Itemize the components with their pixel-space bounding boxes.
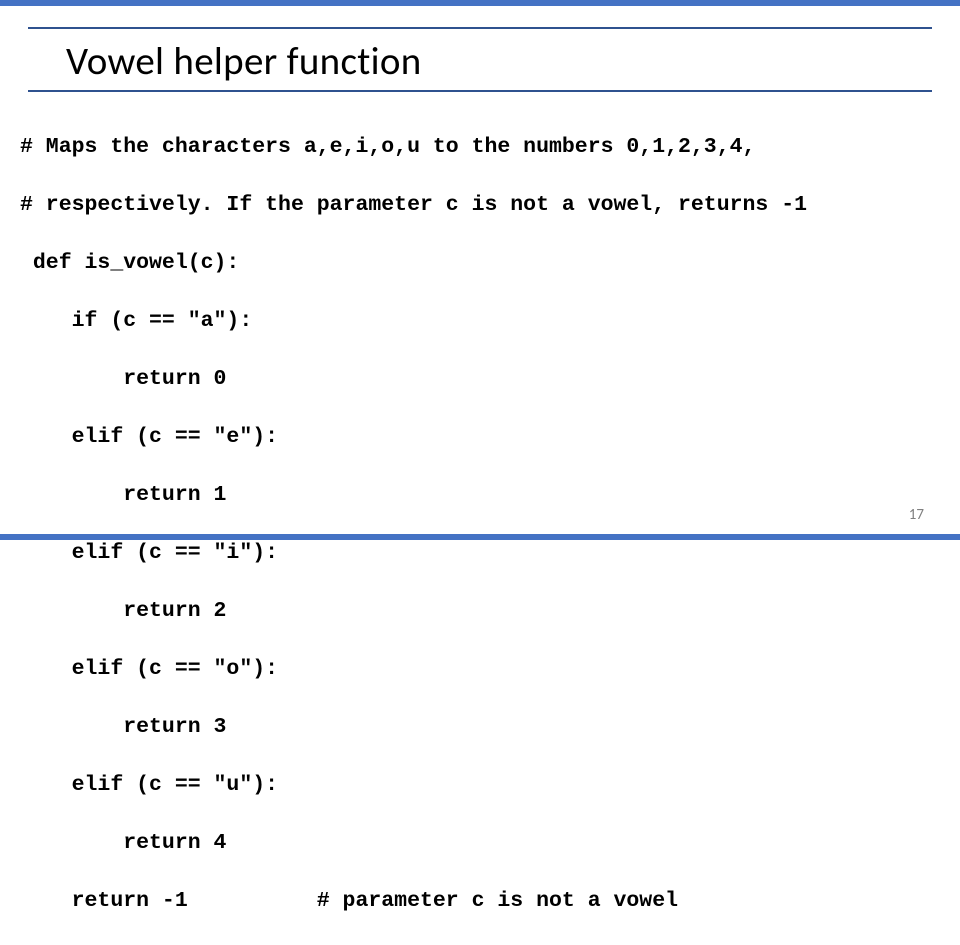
code-block: # Maps the characters a,e,i,o,u to the n… bbox=[20, 104, 932, 945]
code-line: return 0 bbox=[20, 365, 932, 394]
code-line: elif (c == "u"): bbox=[20, 771, 932, 800]
code-line: return 1 bbox=[20, 481, 932, 510]
code-line: elif (c == "i"): bbox=[20, 539, 932, 568]
code-line: return 3 bbox=[20, 713, 932, 742]
code-line: # Maps the characters a,e,i,o,u to the n… bbox=[20, 133, 932, 162]
code-line: elif (c == "o"): bbox=[20, 655, 932, 684]
bottom-border bbox=[0, 534, 960, 540]
code-line: return 2 bbox=[20, 597, 932, 626]
code-line: # respectively. If the parameter c is no… bbox=[20, 191, 932, 220]
slide-title: Vowel helper function bbox=[66, 38, 422, 85]
code-line: return -1 # parameter c is not a vowel bbox=[20, 887, 932, 916]
title-underline bbox=[28, 90, 932, 92]
code-line: if (c == "a"): bbox=[20, 307, 932, 336]
code-line: return 4 bbox=[20, 829, 932, 858]
top-divider-line bbox=[28, 27, 932, 29]
code-line: def is_vowel(c): bbox=[20, 249, 932, 278]
top-border bbox=[0, 0, 960, 6]
page-number: 17 bbox=[909, 506, 924, 524]
code-line: elif (c == "e"): bbox=[20, 423, 932, 452]
